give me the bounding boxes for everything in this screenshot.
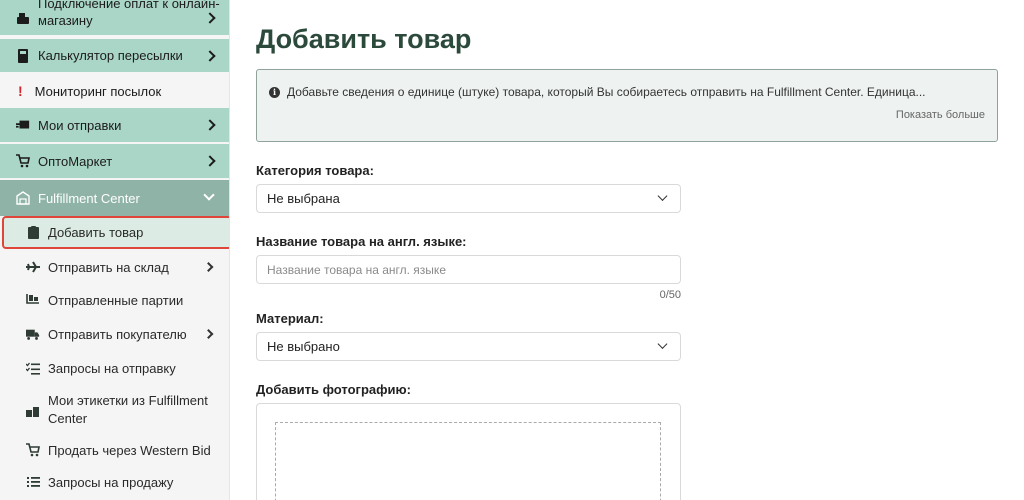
submenu-item-label: Отправить покупателю <box>48 326 187 342</box>
submenu-item-sell-western-bid[interactable]: Продать через Western Bid <box>0 434 229 466</box>
sidebar-item-label: Fulfillment Center <box>38 190 140 206</box>
exclamation-icon: ! <box>18 83 23 99</box>
submenu-item-label: Запросы на отправку <box>48 360 176 376</box>
chevron-down-icon <box>657 338 668 349</box>
material-select-value: Не выбрано <box>267 339 340 354</box>
submenu-item-send-to-warehouse[interactable]: Отправить на склад <box>0 251 229 283</box>
sidebar-item-optomarket[interactable]: ОптоМаркет <box>0 144 229 180</box>
sidebar-item-fulfillment-center[interactable]: Fulfillment Center <box>0 180 229 216</box>
sidebar-item-label: Калькулятор пересылки <box>38 48 183 63</box>
submenu-item-send-to-buyer[interactable]: Отправить покупателю <box>0 318 229 350</box>
sidebar-item-label: Подключение оплат к онлайн-магазину <box>38 0 220 28</box>
chevron-down-icon <box>657 190 668 201</box>
calculator-icon <box>16 48 30 63</box>
sidebar-item-label: Мониторинг посылок <box>34 83 162 99</box>
sidebar-item-my-shipments[interactable]: Мои отправки <box>0 108 229 144</box>
warehouse-icon <box>16 191 30 205</box>
product-name-counter: 0/50 <box>659 289 681 301</box>
chevron-right-icon <box>203 329 214 339</box>
cart-plus-icon <box>26 443 40 457</box>
submenu-item-sale-requests[interactable]: Запросы на продажу <box>0 466 229 498</box>
photo-label: Добавить фотографию: <box>256 382 411 397</box>
sidebar: Подключение оплат к онлайн-магазину Каль… <box>0 0 230 500</box>
submenu-item-label: Добавить товар <box>48 225 144 240</box>
chevron-right-icon <box>204 155 216 167</box>
checklist-icon <box>26 361 40 375</box>
app-root: Подключение оплат к онлайн-магазину Каль… <box>0 0 1024 500</box>
photo-dropzone[interactable] <box>275 422 661 500</box>
info-icon: i <box>269 86 280 98</box>
chevron-right-icon <box>203 262 214 272</box>
clipboard-icon <box>26 226 40 240</box>
submenu-item-label: Продать через Western Bid <box>48 442 211 458</box>
category-select[interactable]: Не выбрана <box>256 184 681 213</box>
material-label: Материал: <box>256 311 324 326</box>
info-box: i Добавьте сведения о единице (штуке) то… <box>256 69 998 142</box>
cash-register-icon <box>16 11 30 25</box>
submenu-item-add-product[interactable]: Добавить товар <box>2 216 229 249</box>
boxes-icon <box>26 404 40 418</box>
show-more-link[interactable]: Показать больше <box>896 109 985 121</box>
sidebar-item-calculator[interactable]: Калькулятор пересылки <box>0 39 229 74</box>
shipping-icon <box>16 118 30 132</box>
product-name-input[interactable] <box>256 255 681 284</box>
pallet-icon <box>26 293 40 307</box>
sidebar-item-monitoring[interactable]: ! Мониторинг посылок <box>0 74 229 108</box>
sidebar-item-label: ОптоМаркет <box>38 153 113 169</box>
submenu-item-my-labels[interactable]: Мои этикетки из Fulfillment Center <box>0 388 229 432</box>
chevron-right-icon <box>204 119 216 131</box>
material-select[interactable]: Не выбрано <box>256 332 681 361</box>
info-message: i Добавьте сведения о единице (штуке) то… <box>269 85 926 99</box>
page-title: Добавить товар <box>256 24 472 54</box>
category-label: Категория товара: <box>256 163 374 178</box>
chevron-right-icon <box>204 49 216 62</box>
photo-upload-container <box>256 403 681 500</box>
cart-icon <box>16 154 30 168</box>
sidebar-item-payments[interactable]: Подключение оплат к онлайн-магазину <box>0 0 229 37</box>
submenu-item-sent-batches[interactable]: Отправленные партии <box>0 284 229 316</box>
submenu-item-label: Отправить на склад <box>48 259 169 275</box>
plane-icon <box>26 260 40 274</box>
info-text: Добавьте сведения о единице (штуке) това… <box>287 85 926 99</box>
list-icon <box>26 475 40 489</box>
category-select-value: Не выбрана <box>267 191 340 206</box>
sidebar-item-label: Мои отправки <box>38 117 122 133</box>
chevron-down-icon <box>203 189 215 201</box>
product-name-label: Название товара на англ. языке: <box>256 234 467 249</box>
submenu-item-label: Запросы на продажу <box>48 474 174 490</box>
submenu-item-shipping-requests[interactable]: Запросы на отправку <box>0 352 229 384</box>
submenu-item-label: Отправленные партии <box>48 292 184 308</box>
truck-icon <box>26 327 40 341</box>
submenu-item-label: Мои этикетки из Fulfillment Center <box>48 393 208 426</box>
